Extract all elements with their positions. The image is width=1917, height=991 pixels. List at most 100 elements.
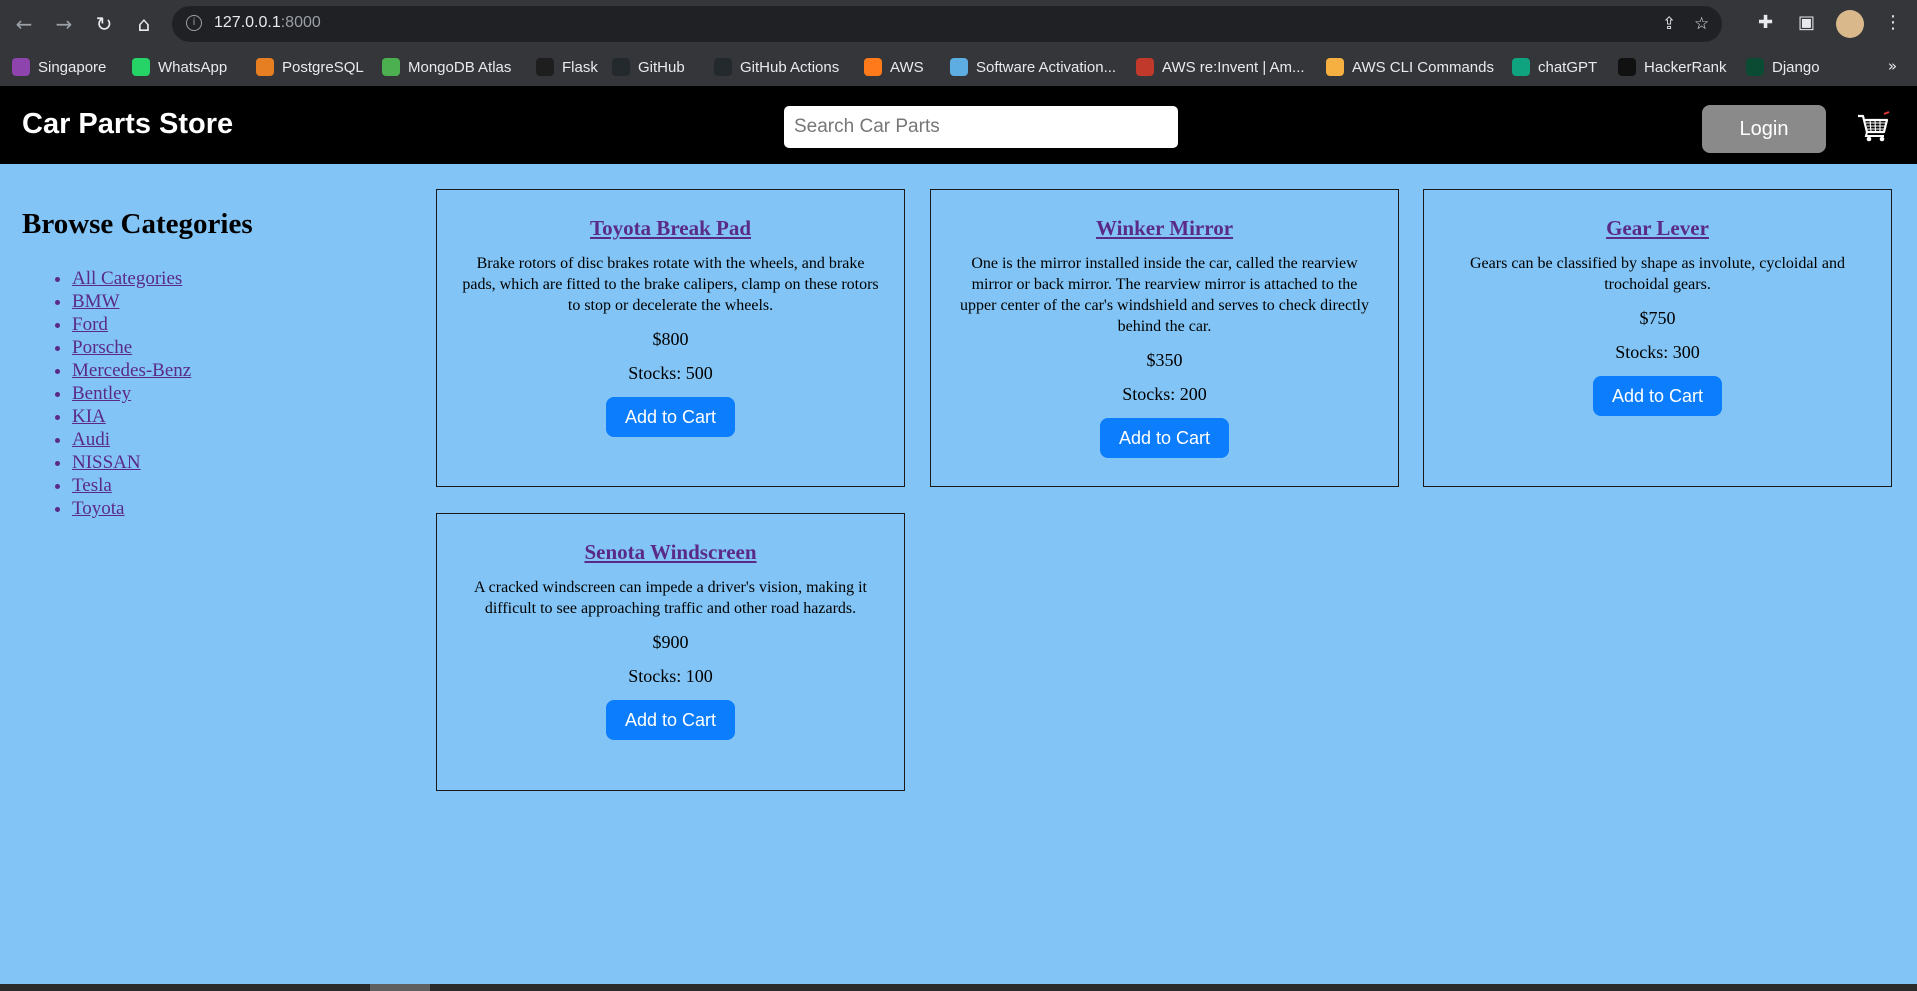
- login-button[interactable]: Login: [1702, 105, 1826, 153]
- product-stock: Stocks: 300: [1615, 342, 1700, 362]
- bookmark-favicon-icon: [1136, 58, 1154, 76]
- category-item: Mercedes-Benz: [72, 359, 402, 382]
- category-link[interactable]: Mercedes-Benz: [72, 360, 191, 381]
- bookmark-favicon-icon: [256, 58, 274, 76]
- product-title: Gear Lever: [1424, 216, 1891, 241]
- bookmark-label: Software Activation...: [976, 58, 1117, 76]
- bookmark-item[interactable]: Singapore: [12, 57, 106, 77]
- bookmark-item[interactable]: GitHub Actions: [714, 57, 839, 77]
- bookmark-item[interactable]: WhatsApp: [132, 57, 227, 77]
- category-item: KIA: [72, 405, 402, 428]
- product-description: Brake rotors of disc brakes rotate with …: [462, 255, 879, 314]
- bookmark-item[interactable]: GitHub: [612, 57, 685, 77]
- bookmark-item[interactable]: PostgreSQL: [256, 57, 364, 77]
- product-title: Winker Mirror: [931, 216, 1398, 241]
- product-description: A cracked windscreen can impede a driver…: [474, 579, 867, 617]
- search-input[interactable]: [784, 106, 1178, 148]
- bookmark-label: chatGPT: [1538, 58, 1598, 76]
- category-item: Tesla: [72, 474, 402, 497]
- bookmark-item[interactable]: MongoDB Atlas: [382, 57, 511, 77]
- category-link[interactable]: Bentley: [72, 383, 131, 404]
- bookmark-item[interactable]: AWS re:Invent | Am...: [1136, 57, 1305, 77]
- category-link[interactable]: NISSAN: [72, 452, 141, 473]
- side-panel-icon[interactable]: ▣: [1798, 12, 1815, 33]
- bookmark-item[interactable]: Flask: [536, 57, 598, 77]
- bookmark-item[interactable]: Software Activation...: [950, 57, 1116, 77]
- bookmarks-more-icon[interactable]: »: [1888, 57, 1897, 75]
- bookmark-favicon-icon: [1512, 58, 1530, 76]
- bookmark-item[interactable]: Django: [1746, 57, 1820, 77]
- category-item: NISSAN: [72, 451, 402, 474]
- product-link[interactable]: Winker Mirror: [1096, 216, 1233, 240]
- category-link[interactable]: Ford: [72, 314, 108, 335]
- home-icon[interactable]: ⌂: [132, 12, 156, 36]
- add-to-cart-button[interactable]: Add to Cart: [1592, 376, 1723, 416]
- product-price: $750: [1639, 308, 1676, 328]
- add-to-cart-button[interactable]: Add to Cart: [605, 397, 736, 437]
- profile-avatar[interactable]: [1836, 10, 1864, 38]
- bookmark-item[interactable]: AWS: [864, 57, 924, 77]
- bookmark-label: GitHub Actions: [740, 58, 840, 76]
- category-link[interactable]: Tesla: [72, 475, 112, 496]
- back-arrow-icon[interactable]: ←: [12, 12, 36, 36]
- product-price: $800: [652, 329, 689, 349]
- product-stock: Stocks: 100: [628, 666, 713, 686]
- add-to-cart-button[interactable]: Add to Cart: [605, 700, 736, 740]
- sidebar-title: Browse Categories: [22, 208, 253, 240]
- site-info-icon[interactable]: i: [186, 15, 202, 31]
- product-link[interactable]: Gear Lever: [1606, 216, 1709, 240]
- bookmark-favicon-icon: [950, 58, 968, 76]
- bookmark-item[interactable]: AWS CLI Commands: [1326, 57, 1494, 77]
- bookmark-favicon-icon: [1618, 58, 1636, 76]
- product-price: $900: [652, 632, 689, 652]
- share-icon[interactable]: ⇪: [1662, 14, 1676, 34]
- bookmark-favicon-icon: [612, 58, 630, 76]
- address-bar[interactable]: i 127.0.0.1:8000 ⇪ ☆: [172, 6, 1722, 42]
- bookmark-favicon-icon: [1746, 58, 1764, 76]
- address-url[interactable]: 127.0.0.1:8000: [214, 14, 321, 32]
- bookmark-label: Django: [1772, 58, 1820, 76]
- bookmark-label: Singapore: [38, 58, 107, 76]
- scrollbar-thumb[interactable]: [370, 984, 430, 991]
- product-description: One is the mirror installed inside the c…: [960, 255, 1369, 335]
- product-link[interactable]: Senota Windscreen: [584, 540, 756, 564]
- category-list: All CategoriesBMWFordPorscheMercedes-Ben…: [22, 267, 402, 520]
- category-link[interactable]: Toyota: [72, 498, 125, 519]
- product-price: $350: [1146, 350, 1183, 370]
- category-item: All Categories: [72, 267, 402, 290]
- category-link[interactable]: BMW: [72, 291, 120, 312]
- category-item: Bentley: [72, 382, 402, 405]
- store-brand[interactable]: Car Parts Store: [22, 108, 233, 141]
- bookmark-item[interactable]: chatGPT: [1512, 57, 1597, 77]
- bookmark-star-icon[interactable]: ☆: [1694, 14, 1709, 34]
- bookmark-label: WhatsApp: [158, 58, 228, 76]
- product-link[interactable]: Toyota Break Pad: [590, 216, 751, 240]
- bookmark-favicon-icon: [864, 58, 882, 76]
- reload-icon[interactable]: ↻: [92, 12, 116, 36]
- category-link[interactable]: KIA: [72, 406, 106, 427]
- category-link[interactable]: All Categories: [72, 268, 182, 289]
- url-host: 127.0.0.1: [214, 14, 281, 31]
- bookmark-label: Flask: [562, 58, 598, 76]
- product-title: Senota Windscreen: [437, 540, 904, 565]
- shopping-cart-icon[interactable]: [1856, 110, 1890, 144]
- category-link[interactable]: Porsche: [72, 337, 132, 358]
- url-port: :8000: [280, 14, 321, 31]
- category-link[interactable]: Audi: [72, 429, 110, 450]
- forward-arrow-icon[interactable]: →: [52, 12, 76, 36]
- product-card: Senota Windscreen A cracked windscreen ca…: [436, 513, 905, 791]
- bookmark-item[interactable]: HackerRank: [1618, 57, 1727, 77]
- bookmark-label: GitHub: [638, 58, 685, 76]
- product-stock: Stocks: 500: [628, 363, 713, 383]
- category-item: BMW: [72, 290, 402, 313]
- extensions-puzzle-icon[interactable]: ✚: [1758, 12, 1773, 33]
- bookmark-label: AWS re:Invent | Am...: [1162, 58, 1305, 76]
- product-title: Toyota Break Pad: [437, 216, 904, 241]
- add-to-cart-button[interactable]: Add to Cart: [1099, 418, 1230, 458]
- horizontal-scrollbar[interactable]: [0, 984, 1917, 991]
- product-card: Gear Lever Gears can be classified by sha…: [1423, 189, 1892, 487]
- bookmark-label: AWS CLI Commands: [1352, 58, 1494, 76]
- product-stock: Stocks: 200: [1122, 384, 1207, 404]
- menu-kebab-icon[interactable]: ⋮: [1884, 12, 1902, 33]
- bookmark-favicon-icon: [382, 58, 400, 76]
